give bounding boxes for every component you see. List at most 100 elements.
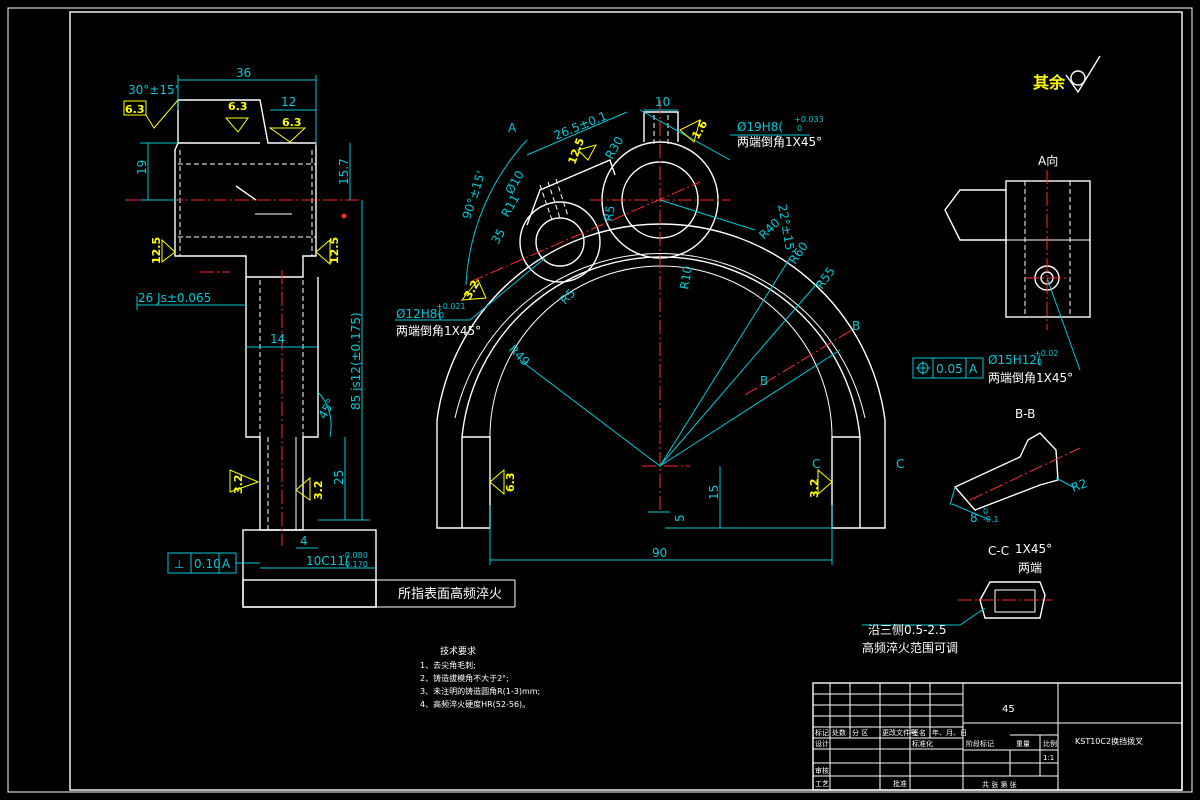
roughness-1-6: 1.6 — [679, 118, 711, 143]
dim-r11: R11 — [498, 192, 522, 219]
tol-perp-datum: A — [222, 557, 231, 571]
small-bore-chamfer: 两端倒角1X45° — [396, 324, 481, 338]
view-a-bore-lower: 0 — [1037, 358, 1042, 367]
section-b-label-lower: B — [760, 374, 768, 388]
roughness-6-3-front: 6.3 — [489, 468, 517, 496]
roughness-12-5b: 12.5 — [315, 237, 341, 266]
section-bb-dim8: 8 — [970, 511, 978, 525]
tech-req-item-3: 3、未注明的铸造圆角R(1-3)mm; — [420, 686, 540, 696]
dim-r55: R55 — [813, 264, 838, 291]
dim-26-5: 26.5±0.1 — [552, 109, 609, 143]
dim-19: 19 — [135, 160, 149, 175]
roughness-12-5-front: 12.5 — [566, 136, 597, 166]
tb-label-scale: 比例 — [1043, 739, 1057, 748]
roughness-12-5a: 12.5 — [150, 237, 176, 264]
tb-part-name: KST10C2换挡拨叉 — [1075, 736, 1143, 746]
tol-perp-value: 0.10 — [194, 557, 221, 571]
view-a-tol-datum: A — [969, 362, 978, 376]
tb-label-date: 年、月、日 — [932, 728, 967, 737]
tb-label-count: 处数 — [832, 728, 846, 737]
roughness-6-3c: 6.3 — [268, 116, 307, 143]
roughness-note-text: 其余 — [1033, 73, 1066, 92]
bore-dim: Ø19H8( — [737, 120, 783, 134]
roughness-3-2b: 3.2 — [295, 476, 325, 501]
bore-chamfer: 两端倒角1X45° — [737, 135, 822, 149]
dim-angle-90: 90°±15' — [460, 169, 489, 221]
tb-label-zone: 分 区 — [852, 728, 868, 737]
dim-r10-hole: Ø10 — [502, 168, 526, 196]
svg-text:6.3: 6.3 — [125, 103, 145, 116]
section-c-c: C-C 1X45° 两端 沿三侧0.5-2.5 高频淬火范围可调 — [862, 542, 1052, 655]
tech-req-item-4: 4、高频淬火硬度HR(52-56)。 — [420, 699, 530, 709]
svg-text:12.5: 12.5 — [150, 237, 163, 264]
view-a: A向 0.05 A Ø15H12( +0.02 0 两端倒角1X45° — [912, 153, 1091, 385]
dim-90: 90 — [652, 546, 667, 560]
view-a-bore-upper: +0.02 — [1034, 349, 1059, 358]
roughness-6-3b: 6.3 — [224, 100, 249, 133]
dim-r5-top: R5 — [601, 204, 618, 222]
tb-material: 45 — [1002, 704, 1015, 715]
dim-15-7: 15.7 — [337, 158, 351, 185]
tb-label-review: 审核 — [815, 766, 829, 775]
roughness-3-2a: 3.2 — [229, 469, 260, 494]
tech-req-item-1: 1、去尖角毛刺; — [420, 660, 476, 670]
section-bb-title: B-B — [1015, 407, 1035, 421]
dim-14: 14 — [270, 332, 285, 346]
view-a-chamfer: 两端倒角1X45° — [988, 371, 1073, 385]
section-c-label-left: C — [812, 457, 820, 471]
front-view: 90 15 5 10 26.5±0.1 90°±15' Ø10 R11 35 R… — [395, 95, 904, 565]
tb-scale-value: 1:1 — [1043, 754, 1054, 762]
dim-36: 36 — [236, 66, 251, 80]
dim-35: 35 — [488, 226, 508, 246]
tb-label-process: 工艺 — [815, 780, 829, 788]
section-b-label-upper: B — [852, 319, 860, 333]
tb-label-stage: 阶段标记 — [966, 739, 994, 748]
hardening-note: 所指表面高频淬火 — [398, 586, 502, 602]
svg-text:3.2: 3.2 — [312, 481, 325, 501]
outer-frame — [7, 7, 1193, 793]
dim-r49: R49 — [506, 342, 533, 369]
svg-text:6.3: 6.3 — [504, 473, 517, 493]
tb-label-sign: 签名 — [912, 728, 926, 737]
roughness-3-2-front: 3.2 — [460, 278, 487, 302]
svg-text:6.3: 6.3 — [228, 100, 248, 113]
tech-req-item-2: 2、铸造拔模角不大于2°; — [420, 673, 509, 683]
tb-label-std: 标准化 — [912, 739, 933, 748]
small-bore-upper: +0.021 — [436, 302, 466, 311]
dim-angle-30: 30°±15' — [128, 83, 178, 97]
section-bb-dim8-lower: -0.1 — [983, 515, 999, 524]
dim-10: 10 — [655, 95, 670, 109]
section-a-label: A — [508, 121, 517, 135]
section-cc-note-1: 沿三侧0.5-2.5 — [868, 623, 947, 637]
dim-r10b: R10 — [677, 265, 695, 291]
dim-85js12: 85 js12(±0.175) — [349, 312, 363, 410]
view-a-title: A向 — [1038, 153, 1058, 168]
section-cc-note-2: 高频淬火范围可调 — [862, 640, 958, 655]
roughness-3-2-front-right: 3.2 — [808, 468, 833, 498]
section-cc-chamfer: 1X45° — [1015, 542, 1052, 556]
tb-label-weight: 重量 — [1016, 740, 1030, 748]
tb-label-mark: 标记 — [815, 728, 829, 737]
engineering-drawing: 其余 36 30°±15' 12 19 15.7 26 Js±0.065 14 … — [7, 7, 1193, 793]
small-bore-lower: 0 — [439, 311, 444, 320]
section-bb-r2: R2 — [1069, 476, 1089, 495]
section-cc-both-ends: 两端 — [1018, 561, 1042, 575]
dim-10c11-upper: -0.080 — [342, 551, 368, 560]
tech-req-title: 技术要求 — [440, 645, 476, 657]
inner-frame — [69, 11, 1183, 791]
dim-12: 12 — [281, 95, 296, 109]
svg-text:6.3: 6.3 — [282, 116, 302, 129]
bore-dim-upper: +0.033 — [794, 115, 824, 124]
dim-5: 5 — [673, 514, 687, 522]
roughness-6-3a: 6.3 — [123, 99, 179, 129]
dim-15: 15 — [707, 485, 721, 500]
general-roughness: 其余 — [1033, 55, 1101, 94]
dim-26js: 26 Js±0.065 — [138, 291, 211, 305]
dim-45deg: 45° — [315, 396, 338, 421]
tb-label-design: 设计 — [815, 739, 829, 748]
dim-25: 25 — [332, 470, 346, 485]
dim-4: 4 — [300, 534, 308, 548]
svg-text:12.5: 12.5 — [566, 136, 587, 166]
tb-label-sheets: 共 张 第 张 — [982, 780, 1017, 789]
section-b-b: B-B 8 0 -0.1 R2 — [949, 407, 1089, 525]
